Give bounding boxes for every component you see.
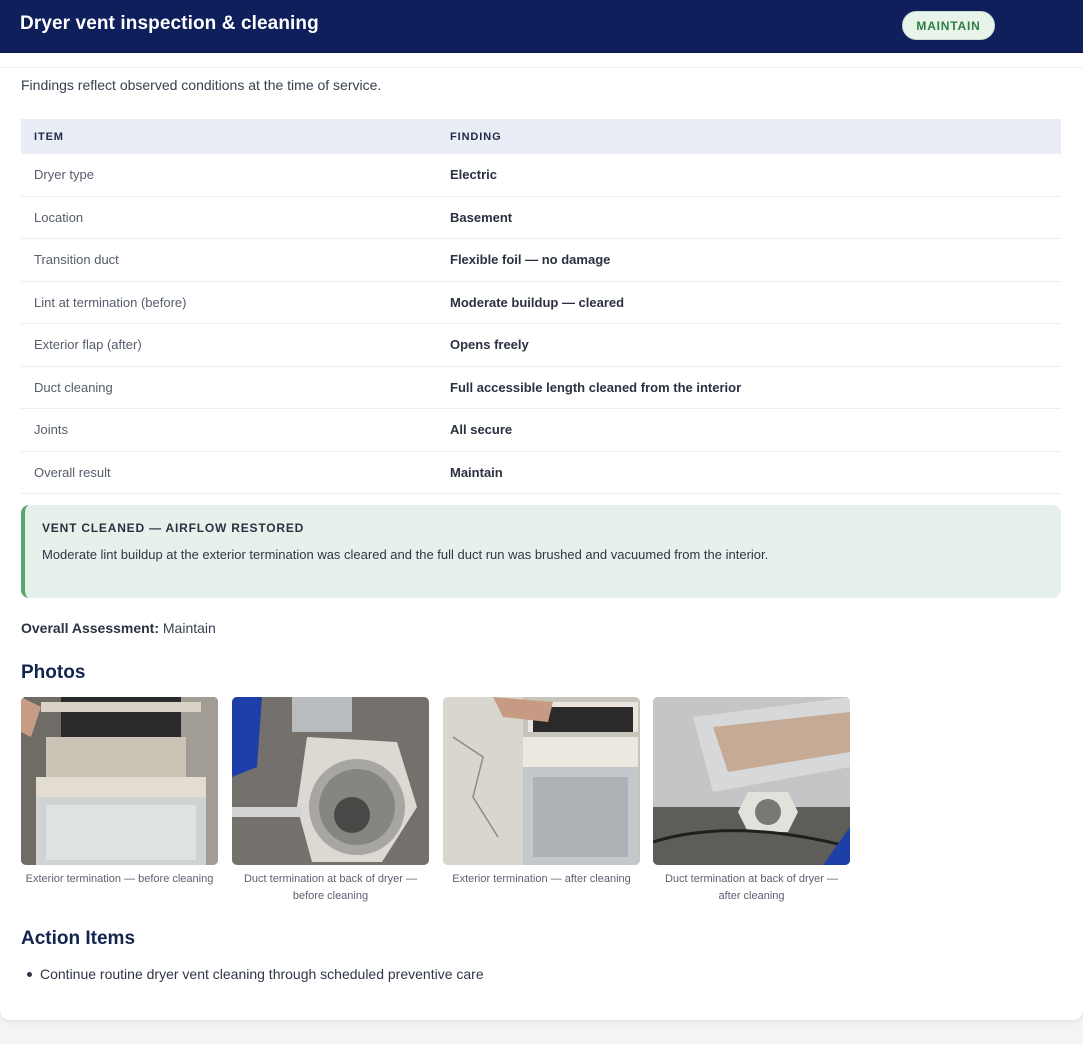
- item-cell: Dryer type: [34, 167, 94, 182]
- finding-cell: Moderate buildup — cleared: [450, 294, 625, 310]
- photo-card[interactable]: Exterior termination — before cleaning: [21, 697, 218, 888]
- callout-body: Moderate lint buildup at the exterior te…: [42, 547, 769, 562]
- finding-cell: Flexible foil — no damage: [450, 252, 611, 267]
- table-row: Dryer type Electric: [21, 154, 1061, 197]
- table-row: Transition duct Flexible foil — no damag…: [21, 239, 1061, 282]
- callout-title: VENT CLEANED — AIRFLOW RESTORED: [42, 521, 305, 535]
- table-row: Lint at termination (before) Moderate bu…: [21, 282, 1061, 324]
- photo-card[interactable]: Exterior termination — after cleaning: [443, 697, 640, 888]
- bullet-icon: [27, 971, 32, 977]
- finding-cell: Electric: [450, 167, 497, 182]
- item-cell: Location: [34, 209, 84, 225]
- photo-image: [653, 697, 850, 865]
- photo-duct-before[interactable]: [232, 697, 429, 865]
- item-cell: Transition duct: [34, 252, 119, 267]
- photo-exterior-before[interactable]: [21, 697, 218, 865]
- action-items-heading: Action Items: [21, 928, 136, 949]
- finding-cell: Opens freely: [450, 337, 529, 352]
- photo-caption: Duct termination at back of dryer — befo…: [243, 873, 417, 902]
- photo-image: [443, 697, 640, 865]
- item-cell: Joints: [34, 422, 68, 437]
- report-header: Dryer vent inspection & cleaning MAINTAI…: [0, 0, 1083, 53]
- action-item-text: Continue routine dryer vent cleaning thr…: [40, 966, 484, 982]
- table-row: Joints All secure: [21, 409, 1061, 452]
- table-row: Exterior flap (after) Opens freely: [21, 324, 1061, 367]
- photo-card[interactable]: Duct termination at back of dryer — befo…: [232, 697, 429, 905]
- status-badge: MAINTAIN: [902, 11, 995, 40]
- photos-heading: Photos: [21, 662, 86, 683]
- findings-table: ITEM FINDING Dryer type Electric Locatio…: [21, 119, 1061, 494]
- photo-card[interactable]: Duct termination at back of dryer — afte…: [653, 697, 850, 905]
- action-items-list: Continue routine dryer vent cleaning thr…: [27, 966, 484, 982]
- photo-duct-after[interactable]: [653, 697, 850, 865]
- table-header: ITEM FINDING: [21, 119, 1061, 154]
- item-cell: Overall result: [34, 464, 111, 480]
- overall-assessment: Overall Assessment: Maintain: [21, 620, 216, 636]
- report-card: Dryer vent inspection & cleaning MAINTAI…: [0, 0, 1083, 1020]
- table-row: Overall result Maintain: [21, 452, 1061, 494]
- finding-cell: Basement: [450, 209, 513, 225]
- photo-image: [232, 697, 429, 865]
- assessment-label: Overall Assessment:: [21, 620, 159, 636]
- result-callout: VENT CLEANED — AIRFLOW RESTORED Moderate…: [21, 505, 1061, 598]
- page-title: Dryer vent inspection & cleaning: [20, 13, 319, 34]
- photo-caption: Exterior termination — before cleaning: [25, 873, 214, 885]
- finding-cell: Maintain: [450, 464, 503, 480]
- finding-cell: All secure: [450, 422, 513, 437]
- column-header-item: ITEM: [34, 130, 64, 143]
- list-item: Continue routine dryer vent cleaning thr…: [27, 966, 484, 982]
- column-header-finding: FINDING: [450, 130, 502, 143]
- table-row: Duct cleaning Full accessible length cle…: [21, 367, 1061, 409]
- header-divider: [0, 53, 1083, 68]
- intro-text: Findings reflect observed conditions at …: [21, 77, 382, 93]
- item-cell: Duct cleaning: [34, 379, 113, 395]
- assessment-value: Maintain: [162, 620, 216, 636]
- photo-caption: Exterior termination — after cleaning: [452, 873, 631, 885]
- photo-image: [21, 697, 218, 865]
- item-cell: Exterior flap (after): [34, 337, 142, 352]
- photo-exterior-after[interactable]: [443, 697, 640, 865]
- finding-cell: Full accessible length cleaned from the …: [450, 379, 742, 395]
- item-cell: Lint at termination (before): [34, 294, 187, 310]
- photo-caption: Duct termination at back of dryer — afte…: [664, 873, 838, 902]
- table-row: Location Basement: [21, 197, 1061, 239]
